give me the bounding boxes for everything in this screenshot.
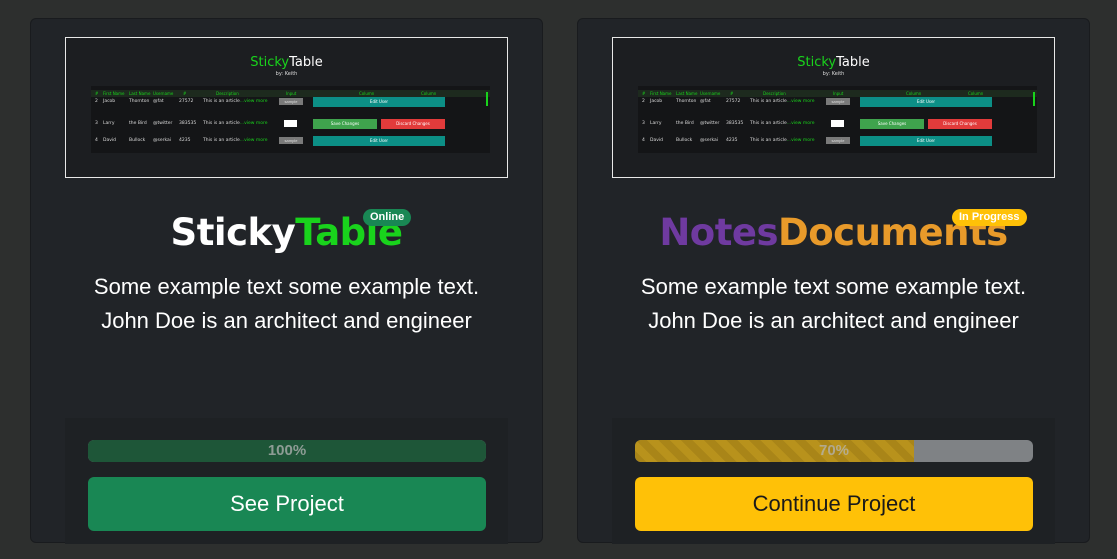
project-thumbnail[interactable]: StickyTable by: Keith # First Name Last … xyxy=(65,37,508,178)
progress-label: 70% xyxy=(818,442,850,459)
project-card-notes-documents: StickyTable by: Keith # First Name Last … xyxy=(577,18,1090,544)
status-badge: In Progress xyxy=(952,209,1027,226)
project-description: Some example text some example text. Joh… xyxy=(93,274,480,333)
table-row: 4 David Bullock @serkai 4235 This is an … xyxy=(91,134,490,150)
progress-bar: 100% xyxy=(88,440,486,462)
progress-bar: 70% xyxy=(635,440,1033,462)
thumbnail-table: # First Name Last Name Username # Descri… xyxy=(638,86,1037,153)
table-row: 3 Larry the Bird @twitter 383535 This is… xyxy=(638,117,1037,133)
thumbnail-subtitle: by: Keith xyxy=(822,71,845,77)
project-card-sticky-table: StickyTable by: Keith # First Name Last … xyxy=(30,18,543,544)
continue-project-button[interactable]: Continue Project xyxy=(635,477,1033,531)
card-footer: 70% Continue Project xyxy=(612,418,1055,544)
thumbnail-title: StickyTable xyxy=(797,55,870,70)
table-row: 4 David Bullock @serkai 4235 This is an … xyxy=(638,134,1037,150)
table-row: 2 Jacob Thornton @fat 27572 This is an a… xyxy=(638,95,1037,111)
thumbnail-table: # First Name Last Name Username # Descri… xyxy=(91,86,490,153)
thumbnail-subtitle: by: Keith xyxy=(275,71,298,77)
table-row: 3 Larry the Bird @twitter 383535 This is… xyxy=(91,117,490,133)
progress-label: 100% xyxy=(267,442,307,459)
project-description: Some example text some example text. Joh… xyxy=(640,274,1027,333)
see-project-button[interactable]: See Project xyxy=(88,477,486,531)
card-footer: 100% See Project xyxy=(65,418,508,544)
thumbnail-title: StickyTable xyxy=(250,55,323,70)
table-row: 2 Jacob Thornton @fat 27572 This is an a… xyxy=(91,95,490,111)
project-title: StickyTable xyxy=(170,211,403,254)
status-badge: Online xyxy=(363,209,412,226)
project-thumbnail[interactable]: StickyTable by: Keith # First Name Last … xyxy=(612,37,1055,178)
